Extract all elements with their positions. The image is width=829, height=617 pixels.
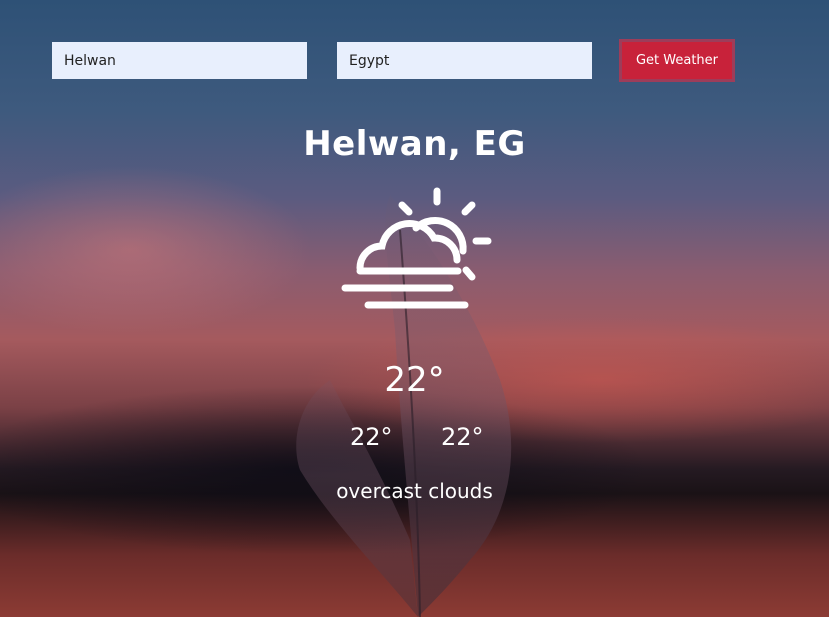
max-temperature: 22° [441,423,484,451]
weather-description: overcast clouds [336,479,493,503]
country-input[interactable] [337,42,592,79]
location-title: Helwan, EG [303,124,526,164]
get-weather-button[interactable]: Get Weather [619,39,735,82]
current-temperature: 22° [384,360,445,400]
fog-partly-cloudy-icon [341,187,492,309]
min-temperature: 22° [350,423,393,451]
city-input[interactable] [52,42,307,79]
